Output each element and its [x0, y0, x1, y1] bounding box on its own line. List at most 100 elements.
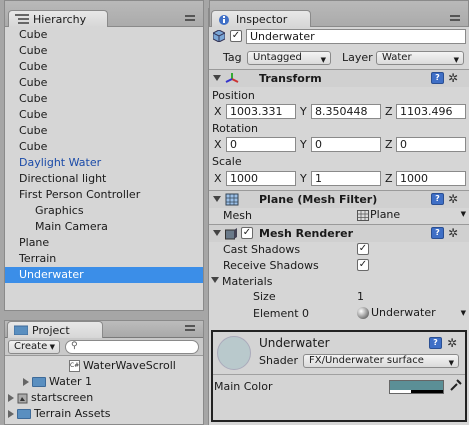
scale-z-field[interactable]: 1000 [396, 171, 466, 186]
hierarchy-item[interactable]: Terrain [5, 251, 203, 267]
hierarchy-item[interactable]: Daylight Water [5, 155, 203, 171]
x-label: X [214, 105, 222, 118]
mesh-filter-header[interactable]: Plane (Mesh Filter) ? ✲ [209, 190, 469, 208]
foldout-arrow-icon[interactable] [213, 230, 221, 236]
mesh-renderer-title: Mesh Renderer [259, 227, 354, 240]
hierarchy-item[interactable]: Plane [5, 235, 203, 251]
mesh-grid-icon [357, 209, 369, 221]
mesh-renderer-enabled-checkbox[interactable]: ✓ [241, 227, 253, 239]
mesh-renderer-header[interactable]: ✓ Mesh Renderer ? ✲ [209, 224, 469, 242]
hierarchy-item[interactable]: Underwater [5, 267, 203, 283]
tag-label: Tag [223, 51, 242, 64]
hierarchy-item[interactable]: Cube [5, 91, 203, 107]
create-button[interactable]: Create ▼ [8, 340, 60, 354]
receive-shadows-checkbox[interactable]: ✓ [357, 259, 369, 271]
panel-menu-icon[interactable] [450, 15, 460, 24]
layer-dropdown[interactable]: Water ▼ [376, 51, 464, 65]
hierarchy-item[interactable]: Cube [5, 75, 203, 91]
search-input[interactable]: ⚲ [65, 340, 199, 354]
rotation-y-field[interactable]: 0 [311, 137, 381, 152]
help-icon[interactable]: ? [431, 227, 444, 239]
foldout-arrow-icon[interactable] [213, 196, 221, 202]
hierarchy-item[interactable]: Cube [5, 43, 203, 59]
scale-y-field[interactable]: 1 [311, 171, 381, 186]
project-item-water1[interactable]: Water 1 [23, 374, 92, 390]
scale-label: Scale [212, 155, 242, 168]
help-icon[interactable]: ? [431, 72, 444, 84]
material-sphere-icon [357, 307, 369, 319]
foldout-arrow-icon[interactable] [213, 75, 221, 81]
hierarchy-item[interactable]: First Person Controller [5, 187, 203, 203]
element0-object-field[interactable]: Underwater [357, 306, 436, 319]
project-item-startscreen[interactable]: startscreen [8, 390, 93, 406]
layer-label: Layer [342, 51, 373, 64]
help-icon[interactable]: ? [431, 193, 444, 205]
position-y-field[interactable]: 8.350448 [311, 104, 381, 119]
size-value[interactable]: 1 [357, 290, 364, 303]
foldout-arrow-icon[interactable] [211, 277, 219, 283]
tab-project-label: Project [32, 324, 70, 337]
panel-menu-icon[interactable] [185, 325, 195, 334]
main-color-label: Main Color [214, 380, 273, 393]
hierarchy-item[interactable]: Main Camera [5, 219, 203, 235]
hierarchy-icon [15, 14, 29, 24]
project-item-label: startscreen [31, 391, 94, 404]
inspector-tabbar: Inspector [209, 0, 469, 27]
panel-menu-icon[interactable] [185, 15, 195, 24]
layer-value: Water [382, 52, 412, 63]
dropdown-arrow-icon[interactable]: ▼ [461, 309, 466, 317]
hierarchy-item[interactable]: Cube [5, 27, 203, 43]
hierarchy-item[interactable]: Graphics [5, 203, 203, 219]
rotation-z-field[interactable]: 0 [396, 137, 466, 152]
size-label: Size [253, 290, 276, 303]
tag-dropdown[interactable]: Untagged ▼ [247, 51, 331, 65]
hierarchy-item[interactable]: Cube [5, 123, 203, 139]
tab-hierarchy[interactable]: Hierarchy [8, 10, 108, 27]
transform-header[interactable]: Transform ? ✲ [209, 69, 469, 87]
position-z-field[interactable]: 1103.496 [396, 104, 466, 119]
shader-dropdown[interactable]: FX/Underwater surface ▼ [303, 354, 459, 368]
mesh-value: Plane [370, 208, 401, 221]
hierarchy-item[interactable]: Cube [5, 59, 203, 75]
dropdown-arrow-icon: ▼ [448, 359, 454, 367]
cast-shadows-checkbox[interactable]: ✓ [357, 243, 369, 255]
create-button-label: Create [14, 341, 48, 352]
project-item-terrain-assets[interactable]: Terrain Assets [8, 406, 111, 422]
expand-arrow-icon[interactable] [23, 378, 29, 386]
project-item-label: Water 1 [49, 375, 93, 388]
gear-icon[interactable]: ✲ [448, 72, 458, 84]
gear-icon[interactable]: ✲ [448, 193, 458, 205]
help-icon[interactable]: ? [429, 337, 442, 349]
chevron-down-icon: ▼ [49, 343, 55, 351]
hierarchy-item[interactable]: Cube [5, 139, 203, 155]
object-name-field[interactable]: Underwater [246, 29, 466, 44]
tab-project[interactable]: Project [7, 321, 103, 338]
rotation-x-field[interactable]: 0 [226, 137, 296, 152]
z-label: Z [385, 138, 393, 151]
gear-icon[interactable]: ✲ [447, 337, 457, 349]
project-item-label: WaterWaveScroll [83, 359, 176, 372]
project-panel: Project Create ▼ ⚲ C# WaterWaveScroll Wat… [4, 320, 204, 425]
expand-arrow-icon[interactable] [8, 394, 14, 402]
materials-label: Materials [222, 275, 273, 288]
z-label: Z [385, 172, 393, 185]
gear-icon[interactable]: ✲ [448, 227, 458, 239]
project-item-waterwavescroll[interactable]: C# WaterWaveScroll [69, 358, 176, 374]
mesh-label: Mesh [223, 209, 252, 222]
active-checkbox[interactable]: ✓ [230, 30, 242, 42]
scale-x-field[interactable]: 1000 [226, 171, 296, 186]
position-x-field[interactable]: 1003.331 [226, 104, 296, 119]
expand-arrow-icon[interactable] [8, 410, 14, 418]
eyedropper-icon[interactable] [449, 378, 463, 395]
hierarchy-item[interactable]: Directional light [5, 171, 203, 187]
search-icon: ⚲ [71, 341, 78, 351]
mesh-object-field[interactable]: Plane [357, 208, 400, 221]
tab-inspector[interactable]: Inspector [211, 10, 311, 27]
dropdown-arrow-icon[interactable]: ▼ [461, 210, 466, 218]
mesh-filter-icon [225, 193, 239, 209]
main-color-swatch[interactable] [389, 380, 444, 394]
mesh-renderer-icon [225, 228, 237, 243]
hierarchy-item[interactable]: Cube [5, 107, 203, 123]
material-name: Underwater [259, 336, 330, 350]
y-label: Y [300, 105, 307, 118]
